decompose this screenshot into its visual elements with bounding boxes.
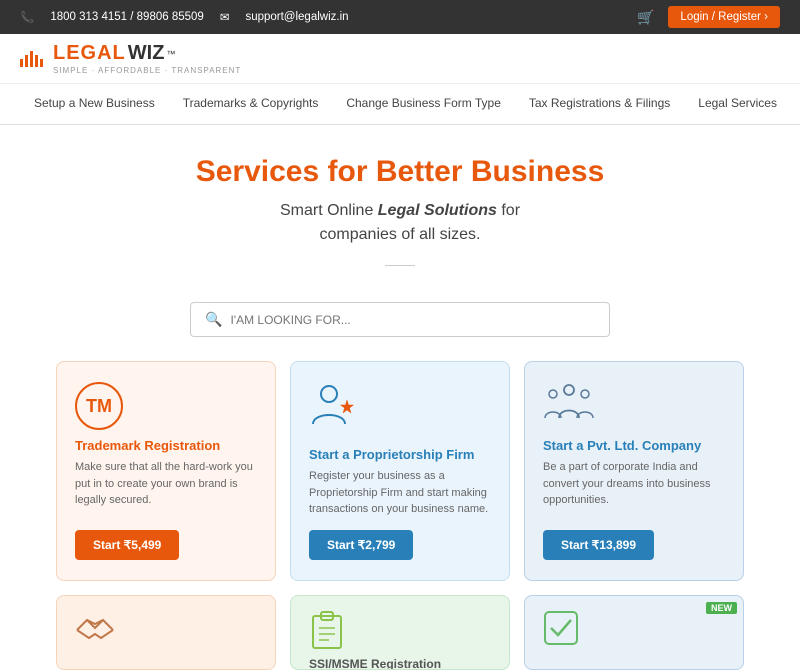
trademark-card: TM Trademark Registration Make sure that… — [56, 361, 276, 581]
cards-row-2: SSI/MSME Registration NEW — [0, 581, 800, 670]
nav-item-tax[interactable]: Tax Registrations & Filings — [515, 84, 684, 124]
top-bar-contact: 📞 1800 313 4151 / 89806 85509 ✉ support@… — [20, 10, 349, 24]
hero-subtitle: Smart Online Legal Solutions forcompanie… — [20, 199, 780, 247]
hero-divider — [385, 265, 415, 266]
handshake-card — [56, 595, 276, 670]
email-icon: ✉ — [220, 10, 230, 24]
handshake-icon — [75, 610, 115, 646]
new-service-card: NEW — [524, 595, 744, 670]
proprietorship-desc: Register your business as a Proprietorsh… — [309, 468, 491, 518]
ssi-msme-title: SSI/MSME Registration — [309, 657, 491, 670]
tm-icon: TM — [75, 382, 123, 430]
proprietorship-card: Start a Proprietorship Firm Register you… — [290, 361, 510, 581]
logo-wiz: WIZ — [128, 42, 165, 65]
nav-item-setup[interactable]: Setup a New Business — [20, 84, 169, 124]
trademark-desc: Make sure that all the hard-work you put… — [75, 459, 257, 518]
nav-item-trademarks[interactable]: Trademarks & Copyrights — [169, 84, 333, 124]
pvtltd-icon-svg — [543, 382, 595, 422]
pvtltd-desc: Be a part of corporate India and convert… — [543, 459, 725, 518]
nav-item-change-business[interactable]: Change Business Form Type — [332, 84, 515, 124]
hero-section: Services for Better Business Smart Onlin… — [0, 125, 800, 302]
new-badge: NEW — [706, 602, 737, 614]
logo[interactable]: LEGAL WIZ ™ SIMPLE · AFFORDABLE · TRANSP… — [20, 42, 241, 75]
checkbox-icon — [543, 610, 579, 646]
top-bar-right: 🛒 Login / Register › — [637, 6, 780, 28]
cart-icon[interactable]: 🛒 — [637, 9, 654, 26]
clipboard-icon — [309, 610, 345, 650]
login-button[interactable]: Login / Register › — [668, 6, 780, 28]
proprietorship-icon-svg — [309, 382, 357, 430]
trademark-cta-button[interactable]: Start ₹5,499 — [75, 530, 179, 560]
proprietorship-cta-button[interactable]: Start ₹2,799 — [309, 530, 413, 560]
group-icon — [543, 382, 595, 430]
logo-text: LEGAL WIZ ™ — [53, 42, 241, 65]
search-bar-wrapper: 🔍 — [0, 302, 800, 337]
logo-tm: ™ — [166, 49, 175, 59]
phone-icon: 📞 — [20, 10, 34, 24]
logo-legal: LEGAL — [53, 42, 126, 65]
logo-tagline: SIMPLE · AFFORDABLE · TRANSPARENT — [53, 66, 241, 75]
main-nav: Setup a New Business Trademarks & Copyri… — [0, 84, 800, 125]
person-icon — [309, 382, 357, 439]
search-icon: 🔍 — [205, 311, 222, 328]
email-address: support@legalwiz.in — [245, 11, 348, 23]
nav-item-legal[interactable]: Legal Services — [684, 84, 791, 124]
top-bar: 📞 1800 313 4151 / 89806 85509 ✉ support@… — [0, 0, 800, 34]
pvtltd-cta-button[interactable]: Start ₹13,899 — [543, 530, 654, 560]
pvtltd-title: Start a Pvt. Ltd. Company — [543, 438, 701, 453]
search-bar[interactable]: 🔍 — [190, 302, 610, 337]
logo-bar: LEGAL WIZ ™ SIMPLE · AFFORDABLE · TRANSP… — [0, 34, 800, 84]
logo-bars-icon — [20, 51, 43, 67]
pvtltd-card: Start a Pvt. Ltd. Company Be a part of c… — [524, 361, 744, 581]
hero-title: Services for Better Business — [20, 155, 780, 189]
cards-row-1: TM Trademark Registration Make sure that… — [0, 361, 800, 581]
search-input[interactable] — [230, 313, 595, 327]
proprietorship-title: Start a Proprietorship Firm — [309, 447, 474, 462]
trademark-title: Trademark Registration — [75, 438, 220, 453]
nav-item-bookkeeping[interactable]: Bookkeeping & Compliances — [791, 84, 800, 124]
ssi-msme-card: SSI/MSME Registration — [290, 595, 510, 670]
phone-number: 1800 313 4151 / 89806 85509 — [50, 11, 203, 23]
